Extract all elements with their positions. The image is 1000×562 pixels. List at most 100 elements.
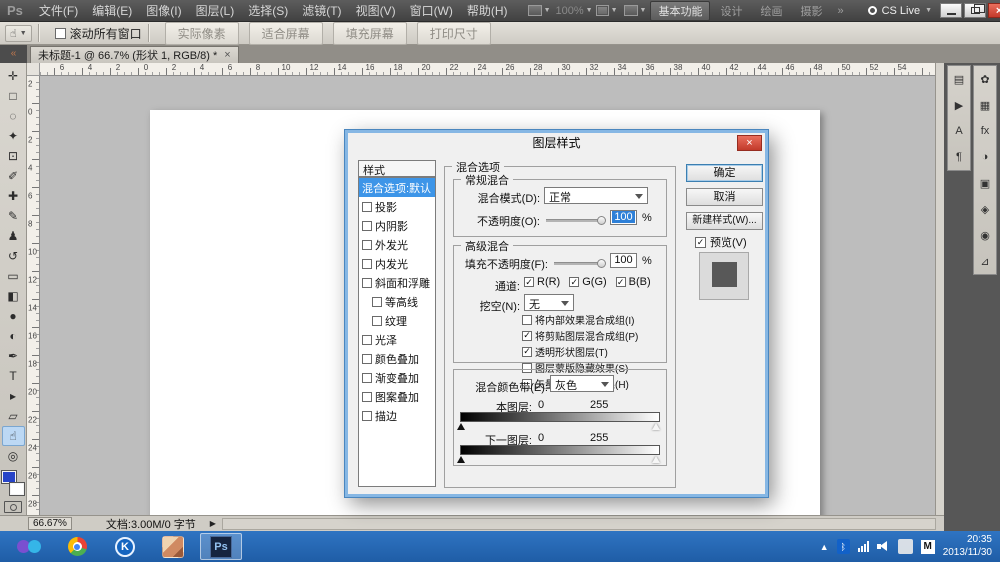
shape-tool[interactable]: ▱: [2, 406, 25, 426]
network-signal-icon[interactable]: [858, 541, 869, 552]
workspace-button-1[interactable]: 设计: [712, 1, 750, 21]
zoom-level-caret[interactable]: ▼: [586, 7, 593, 14]
checkbox-icon[interactable]: [362, 221, 372, 231]
checkbox-icon[interactable]: [362, 373, 372, 383]
ime-indicator-icon[interactable]: [898, 539, 913, 554]
opacity-slider[interactable]: [546, 219, 602, 222]
hand-tool[interactable]: ☝: [2, 426, 25, 446]
advanced-checkbox-0[interactable]: 将内部效果混合成组(I): [522, 312, 638, 327]
channel-checkbox-2[interactable]: ✓B(B): [616, 276, 651, 288]
close-button[interactable]: ×: [988, 3, 1000, 18]
ok-button[interactable]: 确定: [686, 164, 763, 182]
view-button-1[interactable]: 适合屏幕: [249, 22, 323, 45]
blur-tool[interactable]: ●: [2, 306, 25, 326]
view-button-0[interactable]: 实际像素: [165, 22, 239, 45]
blend-if-select[interactable]: 灰色: [550, 375, 614, 392]
cancel-button[interactable]: 取消: [686, 188, 763, 206]
opacity-input[interactable]: 100: [610, 210, 637, 225]
underlying-layer-black-marker[interactable]: [457, 456, 465, 463]
collapse-panels-icon[interactable]: «: [0, 45, 27, 63]
panel-masks-icon[interactable]: ▣: [976, 175, 994, 191]
screen-mode-icon[interactable]: ▼: [624, 5, 647, 16]
style-item-selected[interactable]: 混合选项:默认: [359, 178, 435, 197]
menu-item-0[interactable]: 文件(F): [32, 2, 85, 19]
menu-item-8[interactable]: 帮助(H): [460, 2, 515, 19]
style-item-1[interactable]: 内阴影: [359, 216, 435, 235]
panel-layers-icon[interactable]: ◈: [976, 201, 994, 217]
pen-tool[interactable]: ✒: [2, 346, 25, 366]
hand-tool-preset-icon[interactable]: ☝▼: [5, 25, 32, 42]
view-button-3[interactable]: 打印尺寸: [417, 22, 491, 45]
fill-opacity-input[interactable]: 100: [610, 253, 637, 268]
checkbox-icon[interactable]: [362, 335, 372, 345]
panel-color-icon[interactable]: ✿: [976, 71, 994, 87]
style-item-10[interactable]: 图案叠加: [359, 387, 435, 406]
scroll-all-windows-checkbox[interactable]: 滚动所有窗口: [55, 25, 142, 42]
move-tool[interactable]: ✛: [2, 66, 25, 86]
menu-item-1[interactable]: 编辑(E): [85, 2, 139, 19]
menu-item-3[interactable]: 图层(L): [189, 2, 242, 19]
panel-character-icon[interactable]: A: [950, 123, 968, 139]
channel-checkbox-0[interactable]: ✓R(R): [524, 276, 560, 288]
this-layer-gradient-bar[interactable]: [460, 412, 660, 422]
document-tab[interactable]: 未标题-1 @ 66.7% (形状 1, RGB/8) * ×: [30, 46, 239, 63]
fill-opacity-slider[interactable]: [554, 262, 602, 265]
type-tool[interactable]: T: [2, 366, 25, 386]
view-button-2[interactable]: 填充屏幕: [333, 22, 407, 45]
history-brush-tool[interactable]: ↺: [2, 246, 25, 266]
menu-item-7[interactable]: 窗口(W): [403, 2, 460, 19]
checkbox-icon[interactable]: [372, 297, 382, 307]
quick-mask-icon[interactable]: [4, 501, 22, 513]
clone-stamp-tool[interactable]: ♟: [2, 226, 25, 246]
brush-tool[interactable]: ✎: [2, 206, 25, 226]
zoom-tool[interactable]: ◎: [2, 446, 25, 466]
workspace-overflow-button[interactable]: »: [831, 5, 849, 17]
background-color-swatch[interactable]: [10, 483, 24, 495]
style-item-5[interactable]: 等高线: [359, 292, 435, 311]
checkbox-icon[interactable]: [372, 316, 382, 326]
status-options-arrow-icon[interactable]: ▶: [210, 519, 216, 528]
style-item-6[interactable]: 纹理: [359, 311, 435, 330]
underlying-layer-gradient-bar[interactable]: [460, 445, 660, 455]
style-item-11[interactable]: 描边: [359, 406, 435, 425]
advanced-checkbox-2[interactable]: ✓透明形状图层(T): [522, 344, 638, 359]
new-style-button[interactable]: 新建样式(W)...: [686, 212, 763, 230]
tab-close-icon[interactable]: ×: [224, 49, 230, 61]
menu-item-2[interactable]: 图像(I): [139, 2, 188, 19]
this-layer-black-marker[interactable]: [457, 423, 465, 430]
view-extras-icon[interactable]: ▼: [528, 5, 551, 16]
advanced-checkbox-1[interactable]: ✓将剪贴图层混合成组(P): [522, 328, 638, 343]
workspace-button-0[interactable]: 基本功能: [650, 1, 710, 21]
preview-checkbox[interactable]: ✓ 预览(V): [695, 234, 747, 250]
underlying-layer-white-marker[interactable]: [652, 456, 660, 463]
bluetooth-icon[interactable]: ᛒ: [837, 539, 850, 554]
healing-brush-tool[interactable]: ✚: [2, 186, 25, 206]
volume-icon[interactable]: [877, 541, 890, 552]
menu-item-6[interactable]: 视图(V): [349, 2, 403, 19]
eyedropper-tool[interactable]: ✐: [2, 166, 25, 186]
m-tray-icon[interactable]: M: [921, 540, 935, 554]
foreground-color-swatch[interactable]: [2, 471, 16, 483]
path-selection-tool[interactable]: ▸: [2, 386, 25, 406]
fill-opacity-slider-thumb[interactable]: [597, 259, 606, 268]
menu-item-4[interactable]: 选择(S): [241, 2, 295, 19]
marquee-tool[interactable]: □: [2, 86, 25, 106]
panel-info-icon[interactable]: ▤: [950, 71, 968, 87]
eraser-tool[interactable]: ▭: [2, 266, 25, 286]
style-item-0[interactable]: 投影: [359, 197, 435, 216]
panel-swatches-icon[interactable]: ▦: [976, 97, 994, 113]
style-item-9[interactable]: 渐变叠加: [359, 368, 435, 387]
checkbox-icon[interactable]: [362, 392, 372, 402]
vertical-scrollbar[interactable]: [935, 63, 944, 515]
panel-paths-icon[interactable]: ⊿: [976, 253, 994, 269]
style-item-2[interactable]: 外发光: [359, 235, 435, 254]
panel-channels-icon[interactable]: ◉: [976, 227, 994, 243]
taskbar-clock[interactable]: 20:35 2013/11/30: [943, 534, 992, 559]
glasses-logo-app-icon[interactable]: [8, 533, 50, 560]
blend-mode-select[interactable]: 正常: [544, 187, 648, 204]
panel-styles-icon[interactable]: fx: [976, 123, 994, 139]
channel-checkbox-1[interactable]: ✓G(G): [569, 276, 606, 288]
tray-expand-icon[interactable]: ▲: [820, 542, 829, 552]
style-item-4[interactable]: 斜面和浮雕: [359, 273, 435, 292]
dodge-tool[interactable]: ◐: [2, 326, 25, 346]
